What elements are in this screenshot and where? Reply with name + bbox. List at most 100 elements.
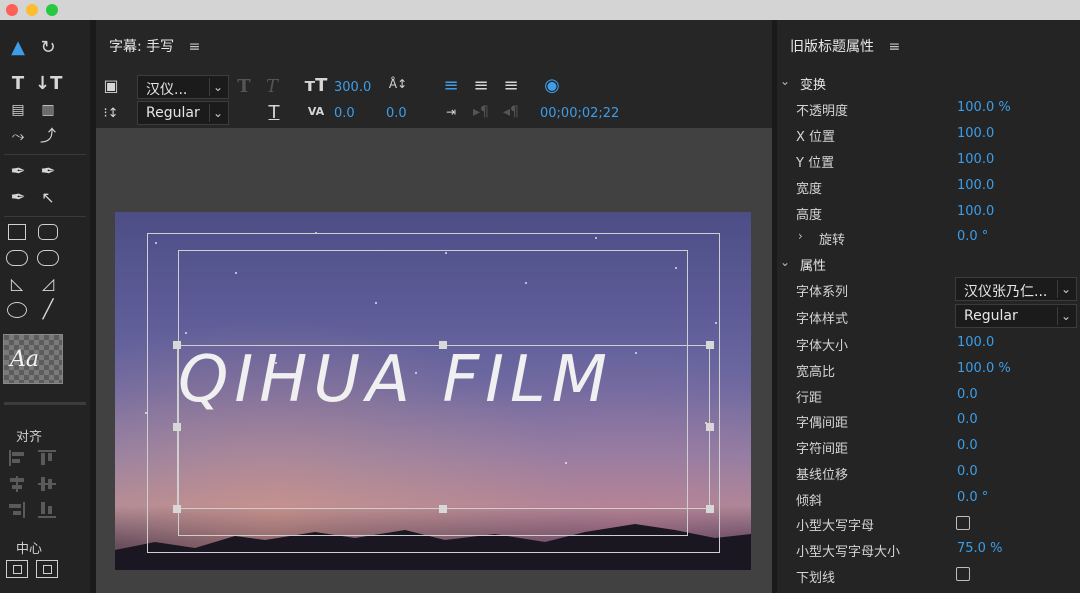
italic-icon[interactable]: T [264,77,280,97]
tab-stops-ruler-icon[interactable]: ⇥ [440,102,462,122]
align-horizontal-center-icon[interactable] [6,474,28,494]
chevron-down-icon: ⌄ [209,104,226,122]
opacity-label: 不透明度 [796,104,849,119]
align-left-icon[interactable] [6,448,28,468]
attributes-section-header[interactable]: 属性 [800,255,826,274]
properties-panel-title[interactable]: 旧版标题属性 ≡ [790,36,900,56]
arc-tool-icon[interactable]: ◿ [35,272,61,296]
tool-divider [4,216,86,217]
previous-paragraph-icon[interactable]: ◂¶ [500,102,522,122]
leading-value[interactable]: 0.0 [386,106,407,121]
zoom-window-button[interactable] [46,4,58,16]
type-tool-icon[interactable]: T [5,72,31,96]
slant-value[interactable]: 0.0 ° [957,490,988,505]
font-style-value: Regular [146,105,200,121]
rounded-rectangle-tool-icon[interactable] [38,224,58,240]
font-family-select[interactable]: 汉仪张乃仁... ⌄ [955,277,1077,301]
baseline-shift-value[interactable]: 0.0 [957,464,978,479]
delete-anchor-tool-icon[interactable]: ✒ [35,160,61,184]
resize-handle[interactable] [706,505,714,513]
rectangle-tool-icon[interactable] [8,224,26,240]
font-size-value[interactable]: 300.0 [334,80,371,95]
ellipse-tool-icon[interactable] [7,302,27,318]
chevron-down-icon[interactable]: ⌄ [780,255,790,269]
x-position-value[interactable]: 100.0 [957,126,994,141]
bold-icon[interactable]: T [236,77,252,97]
wedge-tool-icon[interactable]: ◺ [4,272,30,296]
rotation-value[interactable]: 0.0 ° [957,229,988,244]
align-right-icon[interactable] [6,500,28,520]
panel-menu-icon[interactable]: ≡ [888,39,900,55]
chevron-down-icon[interactable]: ⌄ [780,74,790,88]
selection-tool-icon[interactable]: ▲ [5,36,31,60]
underline-icon[interactable]: T [266,103,282,123]
panel-menu-icon[interactable]: ≡ [189,39,201,55]
resize-handle[interactable] [439,505,447,513]
rotation-tool-icon[interactable]: ↻ [35,36,61,60]
kerning-icon: VA [307,105,325,118]
font-family-dropdown[interactable]: 汉仪... ⌄ [137,75,229,99]
next-paragraph-icon[interactable]: ▸¶ [470,102,492,122]
width-label: 宽度 [796,182,823,197]
align-text-right-icon[interactable]: ≡ [500,76,522,96]
minimize-window-button[interactable] [26,4,38,16]
resize-handle[interactable] [439,341,447,349]
chevron-down-icon: ⌄ [209,78,226,96]
transform-section-header[interactable]: 变换 [800,74,826,93]
resize-handle[interactable] [706,341,714,349]
tracking-value[interactable]: 0.0 [957,438,978,453]
convert-anchor-tool-icon[interactable]: ↖ [35,186,61,210]
resize-handle[interactable] [173,505,181,513]
font-style-dropdown[interactable]: Regular ⌄ [137,101,229,125]
resize-handle[interactable] [173,423,181,431]
tracking-label: 字符间距 [796,442,849,457]
chevron-right-icon[interactable]: › [798,229,803,243]
title-text[interactable]: QIHUA FILM [178,340,708,420]
tab-stops-icon[interactable]: ⁝↕ [100,104,122,124]
font-style-select[interactable]: Regular ⌄ [955,304,1077,328]
underline-checkbox[interactable] [956,567,970,581]
align-bottom-icon[interactable] [36,500,58,520]
font-family-select-value: 汉仪张乃仁... [964,284,1048,300]
opacity-value[interactable]: 100.0 % [957,100,1011,115]
close-window-button[interactable] [6,4,18,16]
vertical-area-type-tool-icon[interactable]: ▥ [35,98,61,122]
kerning-prop-value[interactable]: 0.0 [957,412,978,427]
font-family-label: 字体系列 [796,285,849,300]
resize-handle[interactable] [173,341,181,349]
pen-tool-icon[interactable]: ✒ [5,160,31,184]
timecode-value[interactable]: 00;00;02;22 [540,106,619,121]
vertical-type-tool-icon[interactable]: ↓T [35,72,62,96]
path-type-tool-icon[interactable]: ⤳ [5,124,31,148]
small-caps-size-value[interactable]: 75.0 % [957,541,1002,556]
clipped-corner-rectangle-tool-icon[interactable] [6,250,28,266]
align-vertical-center-icon[interactable] [36,474,58,494]
font-size-icon: ᴛT [304,75,328,96]
align-top-icon[interactable] [36,448,58,468]
kerning-value[interactable]: 0.0 [334,106,355,121]
vertical-path-type-tool-icon[interactable]: ⤴ [35,124,61,148]
resize-handle[interactable] [706,423,714,431]
center-vertical-icon[interactable] [36,560,58,578]
line-tool-icon[interactable]: ╱ [35,298,61,322]
height-value[interactable]: 100.0 [957,204,994,219]
font-style-select-value: Regular [964,308,1018,324]
align-text-left-icon[interactable]: ≡ [440,76,462,96]
aspect-value[interactable]: 100.0 % [957,361,1011,376]
y-position-label: Y 位置 [796,156,835,171]
align-text-center-icon[interactable]: ≡ [470,76,492,96]
editor-panel-title[interactable]: 字幕: 手写 ≡ [109,36,200,56]
y-position-value[interactable]: 100.0 [957,152,994,167]
area-type-tool-icon[interactable]: ▤ [5,98,31,122]
rounded-corner-rectangle-tool-icon[interactable] [37,250,59,266]
style-sample-swatch[interactable]: Aa [3,334,63,384]
width-value[interactable]: 100.0 [957,178,994,193]
font-size-prop-value[interactable]: 100.0 [957,335,994,350]
new-title-icon[interactable]: ▣ [100,76,122,96]
leading-prop-value[interactable]: 0.0 [957,387,978,402]
editor-title-text: 字幕: 手写 [109,39,175,55]
small-caps-checkbox[interactable] [956,516,970,530]
center-horizontal-icon[interactable] [6,560,28,578]
add-anchor-tool-icon[interactable]: ✒ [5,186,31,210]
show-background-video-icon[interactable]: ◉ [540,76,564,96]
